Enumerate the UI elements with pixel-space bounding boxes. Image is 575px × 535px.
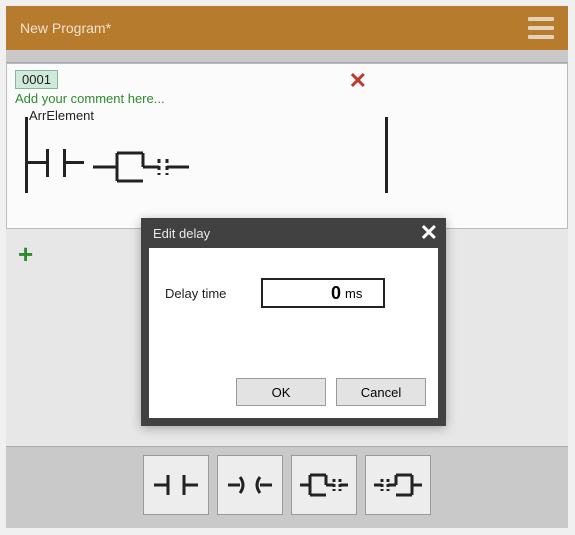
right-rail — [385, 117, 388, 193]
hamburger-menu-icon[interactable] — [528, 17, 554, 39]
palette-contact-no[interactable] — [143, 455, 209, 515]
ladder-row[interactable] — [15, 127, 559, 199]
dialog-body: Delay time ms — [149, 248, 438, 368]
delay-field: Delay time ms — [165, 278, 422, 308]
contact-no-icon[interactable] — [28, 147, 84, 177]
element-label: ArrElement — [29, 108, 559, 123]
dialog-header: Edit delay ✕ — [141, 218, 446, 248]
delay-input[interactable] — [269, 283, 341, 304]
palette-function-block-b[interactable] — [365, 455, 431, 515]
element-palette — [6, 447, 568, 525]
dialog-footer: OK Cancel — [149, 368, 438, 418]
rung: 0001 ✕ Add your comment here... ArrEleme… — [6, 63, 568, 229]
program-title: New Program* — [20, 20, 111, 36]
rung-number[interactable]: 0001 — [15, 70, 58, 89]
ok-button[interactable]: OK — [236, 378, 326, 406]
add-rung-icon[interactable]: + — [18, 241, 33, 267]
delay-unit: ms — [345, 286, 362, 301]
cancel-button[interactable]: Cancel — [336, 378, 426, 406]
dialog-title: Edit delay — [153, 226, 210, 241]
delay-input-wrap: ms — [261, 278, 385, 308]
delay-label: Delay time — [165, 286, 249, 301]
palette-function-block-a[interactable] — [291, 455, 357, 515]
function-block-icon[interactable] — [93, 147, 203, 187]
palette-coil[interactable] — [217, 455, 283, 515]
edit-delay-dialog: Edit delay ✕ Delay time ms OK Cancel — [141, 218, 446, 426]
rung-comment[interactable]: Add your comment here... — [15, 91, 559, 106]
titlebar: New Program* — [6, 6, 568, 50]
delete-rung-icon[interactable]: ✕ — [349, 68, 367, 94]
close-icon[interactable]: ✕ — [420, 220, 438, 246]
